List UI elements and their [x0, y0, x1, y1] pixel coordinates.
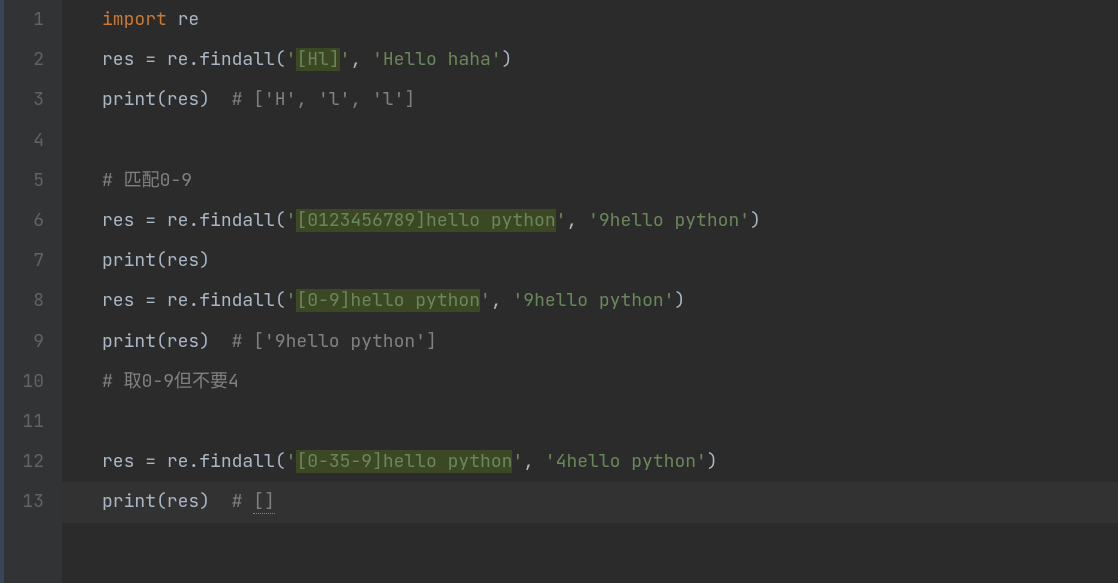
- function-call: re.findall(: [156, 450, 286, 473]
- call-args: (res): [156, 490, 232, 513]
- line-number: 12: [4, 442, 44, 482]
- code-line[interactable]: res = re.findall('[0-35-9]hello python',…: [62, 442, 1118, 482]
- comma: ,: [350, 48, 372, 71]
- string-quote: ': [286, 209, 297, 232]
- variable: res: [102, 209, 145, 232]
- code-line[interactable]: # 取0-9但不要4: [62, 362, 1118, 402]
- string-quote: ': [556, 209, 567, 232]
- code-line[interactable]: print(res) # []: [62, 482, 1118, 522]
- regex-literal: [0-9]hello python: [296, 289, 480, 312]
- line-number: 10: [4, 362, 44, 402]
- line-number: 13: [4, 482, 44, 522]
- code-line[interactable]: res = re.findall('[0123456789]hello pyth…: [62, 201, 1118, 241]
- variable: res: [102, 289, 145, 312]
- builtin-print: print: [102, 249, 156, 272]
- line-number: 11: [4, 402, 44, 442]
- comment: # ['H', 'l', 'l']: [232, 88, 416, 111]
- code-line[interactable]: [62, 402, 1118, 442]
- string-quote: ': [286, 450, 297, 473]
- regex-literal: [0-35-9]hello python: [296, 450, 512, 473]
- comma: ,: [566, 209, 588, 232]
- paren-close: ): [750, 209, 761, 232]
- code-area[interactable]: import re res = re.findall('[Hl]', 'Hell…: [62, 0, 1118, 583]
- regex-literal: [Hl]: [296, 48, 339, 71]
- call-args: (res): [156, 330, 232, 353]
- comment: #: [232, 490, 254, 513]
- module-name: re: [167, 8, 199, 31]
- comment: # 匹配0-9: [102, 169, 192, 192]
- code-line[interactable]: print(res): [62, 241, 1118, 281]
- builtin-print: print: [102, 88, 156, 111]
- call-args: (res): [156, 88, 232, 111]
- code-line[interactable]: print(res) # ['H', 'l', 'l']: [62, 80, 1118, 120]
- code-line[interactable]: res = re.findall('[Hl]', 'Hello haha'): [62, 40, 1118, 80]
- line-number: 7: [4, 241, 44, 281]
- code-line[interactable]: print(res) # ['9hello python']: [62, 322, 1118, 362]
- keyword-import: import: [102, 8, 167, 31]
- comment: # 取0-9但不要4: [102, 370, 239, 393]
- line-number: 2: [4, 40, 44, 80]
- line-number: 9: [4, 322, 44, 362]
- string-literal: '4hello python': [545, 450, 707, 473]
- comment: # ['9hello python']: [232, 330, 437, 353]
- paren-close: ): [502, 48, 513, 71]
- builtin-print: print: [102, 490, 156, 513]
- line-number-gutter: 1 2 3 4 5 6 7 8 9 10 11 12 13: [4, 0, 62, 583]
- line-number: 5: [4, 161, 44, 201]
- code-line[interactable]: [62, 121, 1118, 161]
- line-number: 4: [4, 121, 44, 161]
- string-literal: '9hello python': [588, 209, 750, 232]
- line-number: 3: [4, 80, 44, 120]
- string-quote: ': [512, 450, 523, 473]
- builtin-print: print: [102, 330, 156, 353]
- line-number: 1: [4, 0, 44, 40]
- code-editor: 1 2 3 4 5 6 7 8 9 10 11 12 13 import re …: [0, 0, 1118, 583]
- string-literal: 'Hello haha': [372, 48, 502, 71]
- line-number: 8: [4, 281, 44, 321]
- paren-close: ): [674, 289, 685, 312]
- string-quote: ': [340, 48, 351, 71]
- comma: ,: [523, 450, 545, 473]
- comment-warning: []: [253, 490, 275, 514]
- call-args: (res): [156, 249, 210, 272]
- function-call: re.findall(: [156, 48, 286, 71]
- code-line[interactable]: res = re.findall('[0-9]hello python', '9…: [62, 281, 1118, 321]
- operator-assign: =: [145, 209, 156, 232]
- operator-assign: =: [145, 48, 156, 71]
- line-number: 6: [4, 201, 44, 241]
- variable: res: [102, 48, 145, 71]
- string-quote: ': [286, 289, 297, 312]
- function-call: re.findall(: [156, 209, 286, 232]
- string-quote: ': [286, 48, 297, 71]
- operator-assign: =: [145, 289, 156, 312]
- code-lines: import re res = re.findall('[Hl]', 'Hell…: [62, 0, 1118, 522]
- string-literal: '9hello python': [512, 289, 674, 312]
- comma: ,: [491, 289, 513, 312]
- code-line[interactable]: # 匹配0-9: [62, 161, 1118, 201]
- paren-close: ): [707, 450, 718, 473]
- string-quote: ': [480, 289, 491, 312]
- variable: res: [102, 450, 145, 473]
- operator-assign: =: [145, 450, 156, 473]
- code-line[interactable]: import re: [62, 0, 1118, 40]
- regex-literal: [0123456789]hello python: [296, 209, 555, 232]
- function-call: re.findall(: [156, 289, 286, 312]
